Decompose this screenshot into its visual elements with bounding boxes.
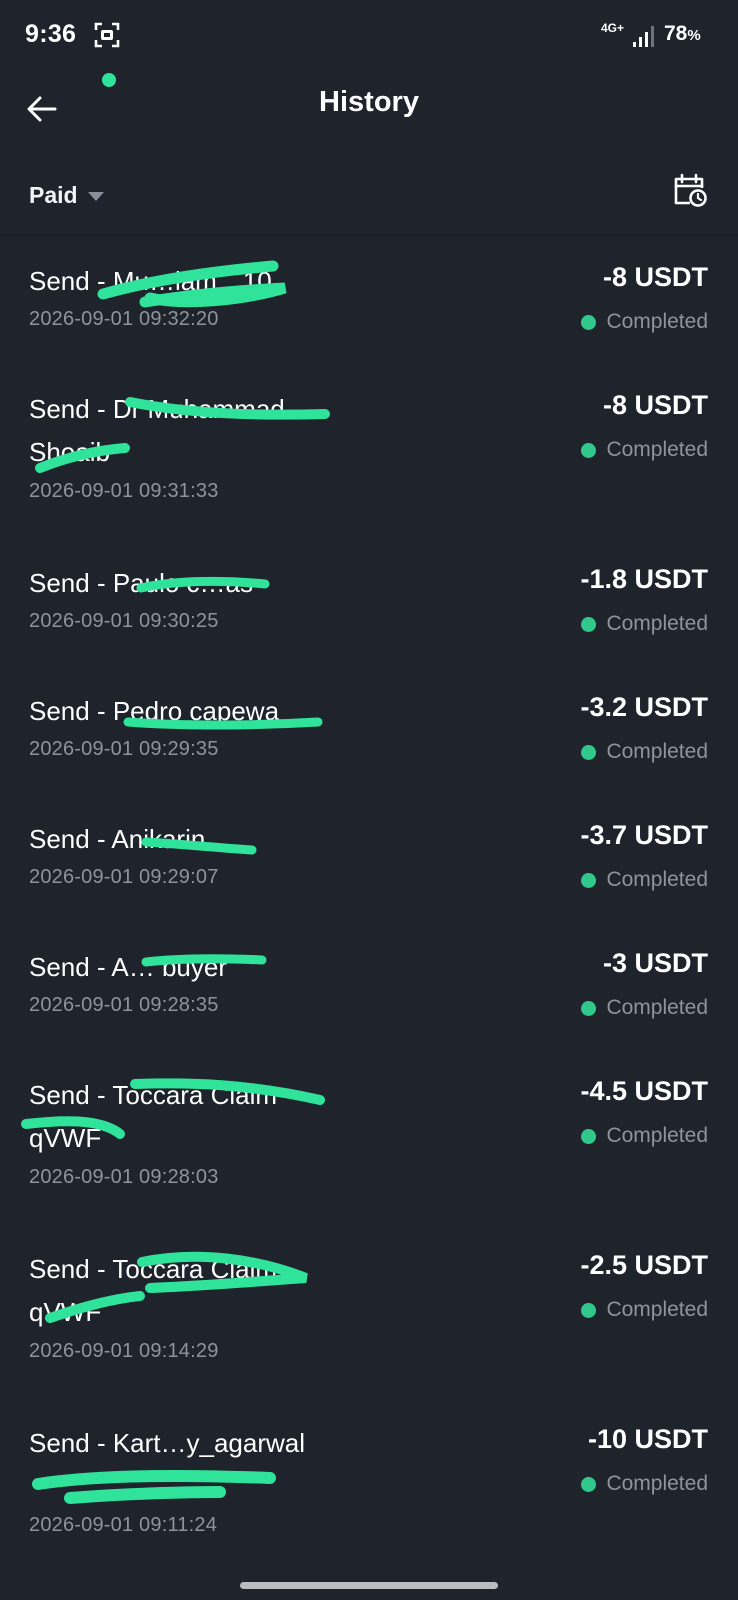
transaction-date: 2026-09-01 09:29:07	[29, 866, 219, 888]
transaction-date: 2026-09-01 09:30:25	[29, 610, 219, 632]
signal-icon	[633, 26, 654, 47]
calendar-clock-icon[interactable]	[672, 172, 708, 208]
status-label: Completed	[606, 868, 708, 891]
status-label: Completed	[606, 996, 708, 1019]
transaction-date: 2026-09-01 09:28:35	[29, 994, 219, 1016]
status-dot-icon	[581, 442, 597, 458]
battery-level: 78%	[664, 22, 701, 46]
status-label: Completed	[606, 740, 708, 763]
battery-unit: %	[687, 27, 701, 44]
transaction-date: 2026-09-01 09:28:03	[29, 1166, 219, 1188]
chevron-down-icon	[87, 192, 104, 201]
transaction-status: Completed	[581, 868, 708, 892]
redaction-scribble	[32, 1470, 276, 1504]
transaction-amount: -1.8 USDT	[580, 564, 708, 594]
transaction-amount: -2.5 USDT	[580, 1250, 708, 1280]
status-dot-icon	[581, 1302, 597, 1318]
transaction-row[interactable]: Send - Anikarin 2026-09-01 09:29:07 -3.7…	[0, 810, 738, 918]
status-dot-icon	[581, 616, 597, 632]
transaction-date: 2026-09-01 09:29:35	[29, 738, 219, 760]
divider	[0, 234, 738, 236]
transaction-amount: -4.5 USDT	[580, 1076, 708, 1106]
status-time: 9:36	[25, 20, 77, 48]
transaction-title: Send - Pedro capewa	[29, 696, 280, 726]
status-label: Completed	[606, 1298, 708, 1321]
transaction-amount: -3.2 USDT	[580, 692, 708, 722]
transaction-row[interactable]: Send - Pedro capewa 2026-09-01 09:29:35 …	[0, 682, 738, 790]
transaction-title: Send - Mu…lam…10	[29, 266, 272, 296]
transaction-title: Send - Toccara Claim qVWF	[29, 1080, 278, 1153]
transaction-amount: -3.7 USDT	[580, 820, 708, 850]
transaction-amount: -8 USDT	[602, 390, 708, 420]
transaction-amount: -3 USDT	[602, 948, 708, 978]
transaction-row[interactable]: Send - Toccara Claim qVWF 2026-09-01 09:…	[0, 1240, 738, 1394]
transaction-status: Completed	[581, 1298, 708, 1322]
transaction-date: 2026-09-01 09:11:24	[29, 1514, 218, 1536]
status-label: Completed	[606, 438, 708, 461]
transaction-row[interactable]: Send - Dr Muhammad Shoaib 2026-09-01 09:…	[0, 380, 738, 534]
filter-bar: Paid	[0, 168, 738, 232]
transaction-row[interactable]: Send - Toccara Claim qVWF 2026-09-01 09:…	[0, 1066, 738, 1220]
transaction-status: Completed	[581, 1124, 708, 1148]
status-dot-icon	[581, 744, 597, 760]
transaction-title: Send - Kart…y_agarwal	[29, 1428, 306, 1458]
transaction-title: Send - Dr Muhammad Shoaib	[29, 394, 285, 467]
transaction-row[interactable]: Send - Kart…y_agarwal 2026-09-01 09:11:2…	[0, 1414, 738, 1574]
status-label: Completed	[606, 1472, 708, 1495]
transaction-row[interactable]: Send - Paulo c…as 2026-09-01 09:30:25 -1…	[0, 554, 738, 662]
transaction-status: Completed	[581, 438, 708, 462]
transaction-title: Send - Paulo c…as	[29, 568, 254, 598]
home-indicator[interactable]	[240, 1582, 498, 1589]
status-bar: 9:36 4G+ 78%	[0, 0, 738, 87]
filter-label: Paid	[29, 182, 78, 208]
header: History	[0, 80, 738, 136]
filter-dropdown[interactable]: Paid	[29, 182, 104, 209]
network-indicator: 4G+	[601, 21, 625, 35]
transaction-amount: -10 USDT	[587, 1424, 708, 1454]
status-dot-icon	[581, 1128, 597, 1144]
transaction-status: Completed	[581, 740, 708, 764]
status-dot-icon	[581, 1000, 597, 1016]
transaction-date: 2026-09-01 09:32:20	[29, 308, 219, 330]
transaction-status: Completed	[581, 310, 708, 334]
transaction-status: Completed	[581, 1472, 708, 1496]
screenshot-icon	[94, 22, 120, 48]
status-dot-icon	[581, 1476, 597, 1492]
transaction-title: Send - A… buyer	[29, 952, 227, 982]
transaction-amount: -8 USDT	[602, 262, 708, 292]
transaction-status: Completed	[581, 612, 708, 636]
page-title: History	[319, 86, 419, 118]
status-label: Completed	[606, 1124, 708, 1147]
transaction-title: Send - Anikarin	[29, 824, 206, 854]
battery-value: 78	[664, 22, 688, 45]
transaction-title: Send - Toccara Claim qVWF	[29, 1254, 278, 1327]
status-label: Completed	[606, 612, 708, 635]
transaction-row[interactable]: Send - A… buyer 2026-09-01 09:28:35 -3 U…	[0, 938, 738, 1046]
transaction-status: Completed	[581, 996, 708, 1020]
transaction-date: 2026-09-01 09:14:29	[29, 1340, 219, 1362]
transaction-row[interactable]: Send - Mu…lam…10 2026-09-01 09:32:20 -8 …	[0, 252, 738, 360]
status-dot-icon	[581, 872, 597, 888]
status-label: Completed	[606, 310, 708, 333]
transaction-date: 2026-09-01 09:31:33	[29, 480, 219, 502]
status-dot-icon	[581, 314, 597, 330]
